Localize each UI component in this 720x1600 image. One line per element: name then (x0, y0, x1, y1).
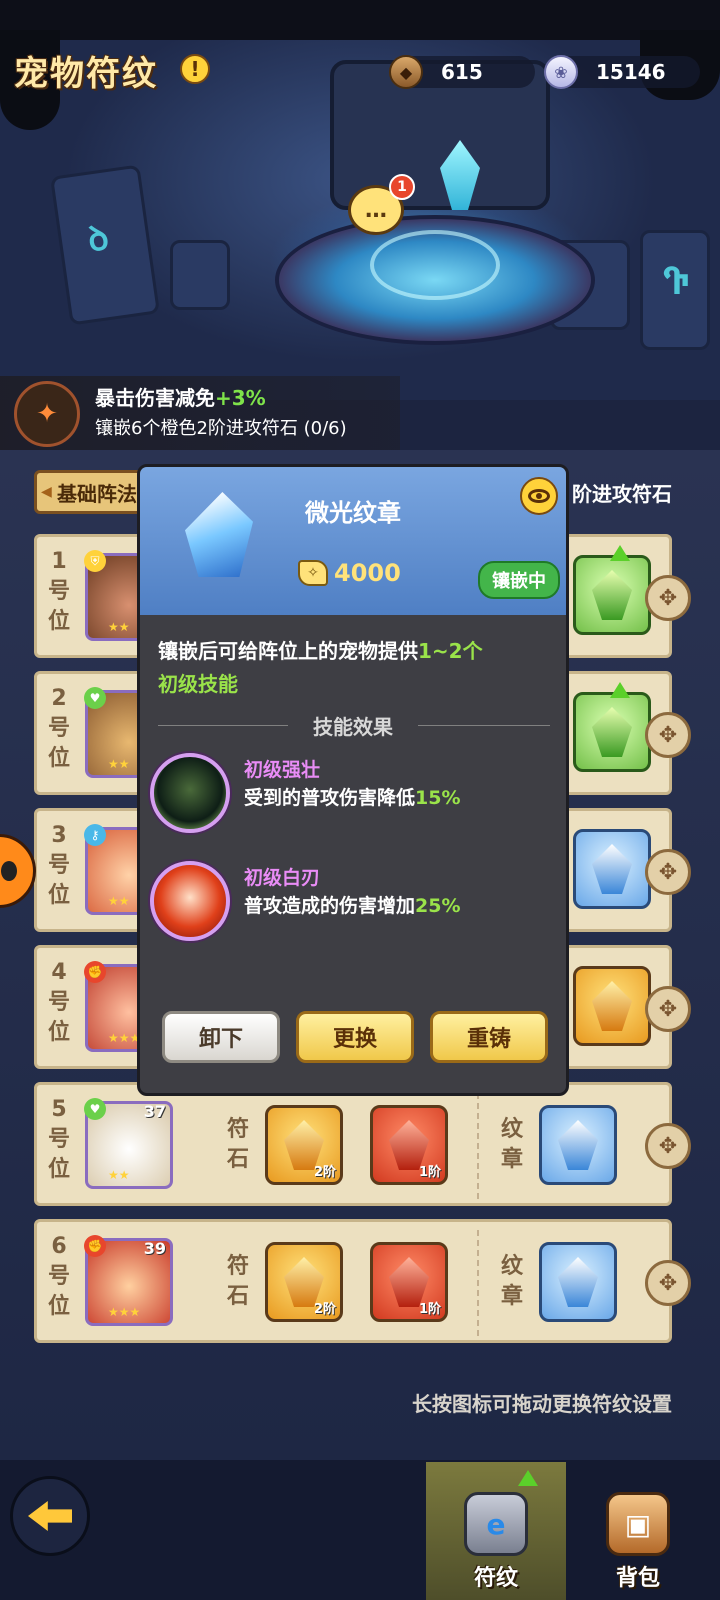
skill-desc: 受到的普攻伤害降低15% (244, 787, 461, 809)
move-icon[interactable]: ✥ (645, 575, 691, 621)
move-icon[interactable]: ✥ (645, 849, 691, 895)
key-role-icon: ⚷ (84, 824, 106, 846)
wing-currency-icon: ✧ (298, 560, 328, 586)
green-beast-icon[interactable] (150, 753, 230, 833)
status-badge: 镶嵌中 (478, 561, 560, 599)
emblem-slot[interactable] (573, 829, 651, 909)
tab-bag[interactable]: ▣ 背包 (568, 1462, 708, 1600)
set-bonus-requirement: 镶嵌6个橙色2阶进攻符石 (0/6) (95, 418, 347, 439)
slot-row-6: 6号位 ✊ 39 ★★★ 符石 2阶 1阶 纹章 ✥ (34, 1219, 691, 1343)
unequip-button[interactable]: 卸下 (162, 1011, 280, 1063)
shell-currency-icon: ❀ (544, 55, 578, 89)
shield-coin-icon: ◆ (389, 55, 423, 89)
slot-label: 1号位 (47, 549, 70, 634)
upgrade-arrow-icon (610, 682, 630, 698)
emblem-slot[interactable] (573, 966, 651, 1046)
shield-role-icon: ⛨ (84, 550, 106, 572)
backpack-icon: ▣ (606, 1492, 670, 1556)
emblem-label: 纹章 (500, 1117, 523, 1172)
rune-slot-1[interactable]: 2阶 (265, 1105, 343, 1185)
shield-coin-counter: ◆ 615 (389, 55, 535, 89)
move-icon[interactable]: ✥ (645, 1123, 691, 1169)
back-arrow-icon (28, 1501, 72, 1531)
slot-row-5: 5号位 ♥ 37 ★★ 符石 2阶 1阶 纹章 ✥ (34, 1082, 691, 1206)
fist-role-icon: ✊ (84, 1235, 106, 1257)
set-hint-text: 阶进攻符石 (572, 482, 672, 506)
skill-name: 初级白刃 (244, 867, 321, 889)
set-bonus-stat: 暴击伤害减免+3% (95, 386, 266, 410)
skill-desc: 普攻造成的伤害增加25% (244, 895, 461, 917)
pet-portrait[interactable]: ♥ 37 ★★ (84, 1098, 173, 1189)
slot-label: 5号位 (47, 1097, 70, 1182)
pet-portrait[interactable]: ✊ 39 ★★★ (84, 1235, 173, 1326)
slot-label: 4号位 (47, 960, 70, 1045)
shell-currency-value: 15146 (596, 60, 666, 84)
rune-label: 符石 (226, 1117, 249, 1172)
rune-slot-2[interactable]: 1阶 (370, 1105, 448, 1185)
reforge-button[interactable]: 重铸 (430, 1011, 548, 1063)
move-icon[interactable]: ✥ (645, 986, 691, 1032)
emblem-cost: ✧ 4000 (298, 559, 401, 587)
rune-label: 符石 (226, 1254, 249, 1309)
drag-hint: 长按图标可拖动更换符纹设置 (412, 1392, 672, 1416)
eye-icon[interactable] (520, 477, 558, 515)
emblem-slot[interactable] (539, 1242, 617, 1322)
replace-button[interactable]: 更换 (296, 1011, 414, 1063)
tab-base-formation[interactable]: ◀ 基础阵法 (34, 470, 144, 514)
red-claw-icon[interactable] (150, 861, 230, 941)
info-icon[interactable]: ! (180, 54, 210, 84)
emblem-slot[interactable] (573, 692, 651, 772)
move-icon[interactable]: ✥ (645, 1260, 691, 1306)
slot-label: 3号位 (47, 823, 70, 908)
shield-coin-value: 615 (441, 60, 483, 84)
skill-name: 初级强壮 (244, 759, 321, 781)
upgrade-arrow-icon (518, 1470, 538, 1486)
popup-title: 微光纹章 (305, 499, 401, 527)
rune-stone-icon: e (464, 1492, 528, 1556)
back-button[interactable] (10, 1476, 90, 1556)
slot-label: 6号位 (47, 1234, 70, 1319)
emblem-description: 镶嵌后可给阵位上的宠物提供1~2个 初级技能 (158, 639, 483, 696)
emblem-detail-popup: 微光纹章 ✧ 4000 镶嵌中 镶嵌后可给阵位上的宠物提供1~2个 初级技能 技… (137, 464, 569, 1096)
fist-role-icon: ✊ (84, 961, 106, 983)
popup-header: 微光纹章 ✧ 4000 镶嵌中 (140, 467, 566, 615)
emblem-slot[interactable] (539, 1105, 617, 1185)
rune-slot-2[interactable]: 1阶 (370, 1242, 448, 1322)
upgrade-arrow-icon (610, 545, 630, 561)
emblem-label: 纹章 (500, 1254, 523, 1309)
heart-role-icon: ♥ (84, 687, 106, 709)
tab-rune[interactable]: e 符纹 (426, 1462, 566, 1600)
shell-currency-counter: ❀ 15146 (544, 55, 700, 89)
chat-notification-badge: 1 (389, 174, 415, 200)
heart-role-icon: ♥ (84, 1098, 106, 1120)
move-icon[interactable]: ✥ (645, 712, 691, 758)
slot-label: 2号位 (47, 686, 70, 771)
page-title: 宠物符纹 (14, 54, 158, 94)
attack-rune-set-icon[interactable]: ✦ (14, 381, 80, 447)
rune-slot-1[interactable]: 2阶 (265, 1242, 343, 1322)
emblem-slot[interactable] (573, 555, 651, 635)
